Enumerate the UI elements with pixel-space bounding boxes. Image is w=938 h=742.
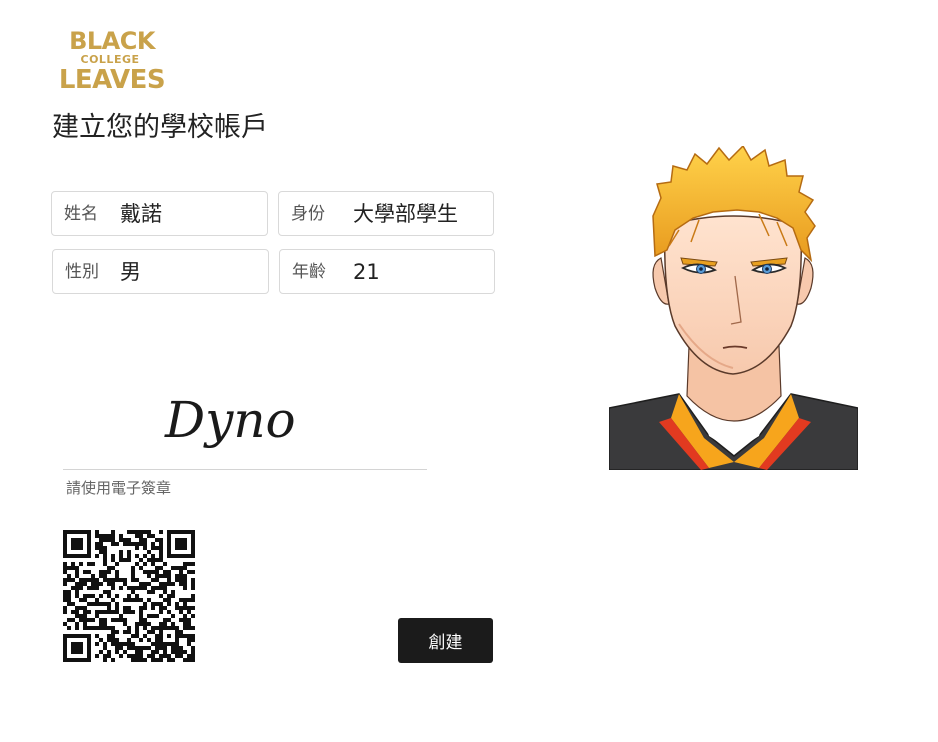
gender-field[interactable]: 性別 男 (52, 249, 269, 294)
name-value: 戴諾 (120, 202, 162, 226)
student-avatar (609, 146, 858, 470)
gender-value: 男 (120, 260, 141, 284)
status-label: 身份 (291, 204, 325, 224)
college-logo: BLACK COLLEGE LEAVES (52, 27, 172, 95)
signature-caption: 請使用電子簽章 (66, 479, 172, 497)
page-title: 建立您的學校帳戶 (52, 112, 268, 143)
status-field[interactable]: 身份 大學部學生 (278, 191, 494, 236)
status-value: 大學部學生 (353, 202, 458, 226)
logo-text-leaves: LEAVES (58, 65, 166, 95)
gender-label: 性別 (65, 262, 99, 282)
logo-text-black: BLACK (69, 27, 155, 55)
age-value: 21 (353, 260, 380, 284)
create-button[interactable]: 創建 (398, 618, 493, 663)
signature-pad[interactable]: Dyno (63, 380, 427, 470)
name-field[interactable]: 姓名 戴諾 (51, 191, 268, 236)
age-field[interactable]: 年齡 21 (279, 249, 495, 294)
name-label: 姓名 (64, 204, 98, 224)
qr-code-icon (63, 530, 195, 662)
signature-text: Dyno (165, 391, 296, 449)
age-label: 年齡 (292, 262, 326, 282)
